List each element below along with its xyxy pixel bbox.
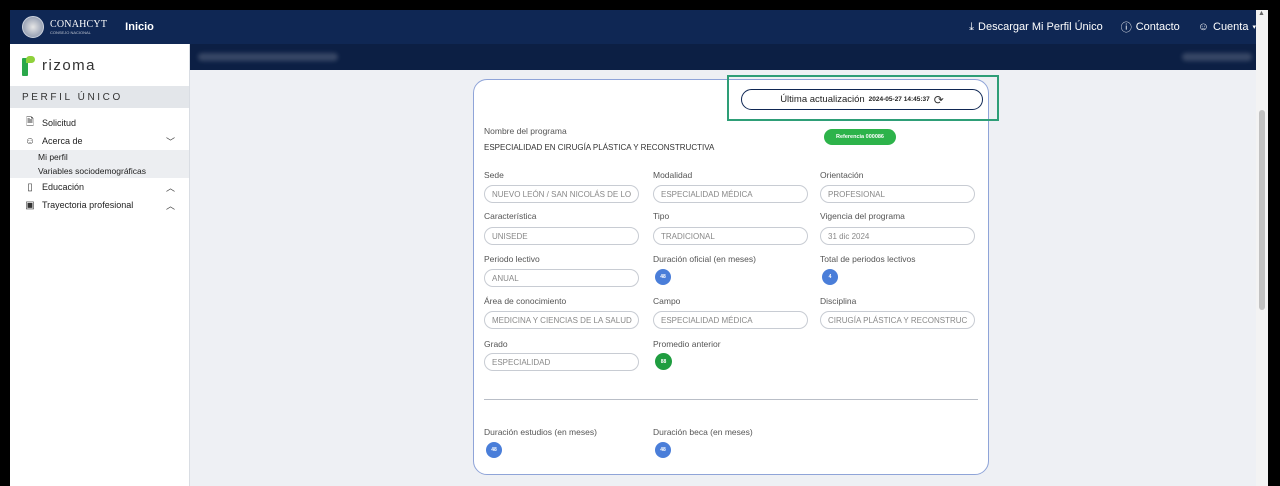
sidebar-item-mi-perfil[interactable]: Mi perfil <box>10 150 189 164</box>
refresh-icon: ⟳ <box>933 92 944 107</box>
duracion-beca-badge: 48 <box>655 442 671 458</box>
promedio-label: Promedio anterior <box>653 339 721 349</box>
caracteristica-label: Característica <box>484 211 537 221</box>
program-name-value: ESPECIALIDAD EN CIRUGÍA PLÁSTICA Y RECON… <box>484 143 715 152</box>
periodo-field: ANUAL <box>484 269 639 287</box>
grado-field: ESPECIALIDAD <box>484 353 639 371</box>
download-profile-link[interactable]: ⤓ Descargar Mi Perfil Único <box>969 21 1103 34</box>
grado-label: Grado <box>484 339 508 349</box>
tipo-field: TRADICIONAL <box>653 227 808 245</box>
periodo-label: Periodo lectivo <box>484 254 540 264</box>
download-label: Descargar Mi Perfil Único <box>978 21 1103 33</box>
sidebar-item-trayectoria[interactable]: ▣ Trayectoria profesional ︿ <box>10 196 189 214</box>
scroll-up-icon[interactable]: ▲ <box>1258 10 1265 17</box>
modalidad-field: ESPECIALIDAD MÉDICA <box>653 185 808 203</box>
update-timestamp: 2024-05-27 14:45:37 <box>868 96 930 103</box>
area-field: MEDICINA Y CIENCIAS DE LA SALUD <box>484 311 639 329</box>
sidebar-item-label: Educación <box>42 182 85 192</box>
blurred-user-name <box>198 53 338 61</box>
update-label: Última actualización <box>780 94 865 105</box>
user-icon: ☺ <box>24 135 36 147</box>
caracteristica-field: UNISEDE <box>484 227 639 245</box>
chevron-up-icon: ︿ <box>165 200 175 211</box>
sidebar-item-acerca-de[interactable]: ☺ Acerca de ﹀ <box>10 132 189 150</box>
seal-icon <box>22 16 44 38</box>
reference-badge: Referencia 000086 <box>824 129 896 145</box>
user-icon: ☺ <box>1197 21 1209 33</box>
program-name-label: Nombre del programa <box>484 126 567 136</box>
tipo-label: Tipo <box>653 211 670 221</box>
conahcyt-logo[interactable]: CONAHCYT CONSEJO NACIONAL <box>22 16 107 38</box>
modalidad-label: Modalidad <box>653 170 693 180</box>
chevron-up-icon: ︿ <box>165 182 175 193</box>
help-circle-icon: ⓘ <box>1120 22 1132 34</box>
sidebar-nav: 🗎 Solicitud ☺ Acerca de ﹀ Mi perfil Vari… <box>10 108 189 214</box>
section-header: PERFIL ÚNICO <box>10 86 189 108</box>
duracion-beca-label: Duración beca (en meses) <box>653 427 753 437</box>
sede-label: Sede <box>484 170 504 180</box>
account-menu[interactable]: ☺ Cuenta ▾ <box>1198 21 1256 33</box>
blurred-user-id <box>1182 53 1252 61</box>
org-sub: CONSEJO NACIONAL <box>50 29 91 35</box>
disciplina-label: Disciplina <box>820 296 857 306</box>
sede-field: NUEVO LEÓN / SAN NICOLÁS DE LO <box>484 185 639 203</box>
duracion-badge: 48 <box>655 269 671 285</box>
campo-label: Campo <box>653 296 681 306</box>
total-periodos-badge: 4 <box>822 269 838 285</box>
sidebar-item-label: Acerca de <box>42 136 83 146</box>
program-card: Última actualización 2024-05-27 14:45:37… <box>473 75 999 475</box>
document-icon: 🗎 <box>25 116 35 128</box>
top-navbar: CONAHCYT CONSEJO NACIONAL Inicio ⤓ Desca… <box>10 10 1268 44</box>
section-divider <box>484 399 978 400</box>
vigencia-field: 31 dic 2024 <box>820 227 975 245</box>
sidebar-item-educacion[interactable]: ▯ Educación ︿ <box>10 178 189 196</box>
sidebar-item-variables[interactable]: Variables sociodemográficas <box>10 164 189 178</box>
duracion-label: Duración oficial (en meses) <box>653 254 756 264</box>
vigencia-label: Vigencia del programa <box>820 211 905 221</box>
app-window: CONAHCYT CONSEJO NACIONAL Inicio ⤓ Desca… <box>10 10 1268 486</box>
duracion-estudios-label: Duración estudios (en meses) <box>484 427 597 437</box>
promedio-badge: 88 <box>655 353 672 370</box>
badge-icon: ▣ <box>25 199 35 211</box>
area-label: Área de conocimiento <box>484 296 567 306</box>
contact-label: Contacto <box>1135 21 1180 33</box>
book-icon: ▯ <box>27 181 33 193</box>
page-scrollbar[interactable]: ▲ <box>1256 10 1268 486</box>
disciplina-field: CIRUGÍA PLÁSTICA Y RECONSTRUC <box>820 311 975 329</box>
sidebar-item-label: Solicitud <box>42 118 77 128</box>
download-icon: ⤓ <box>969 20 975 33</box>
contact-link[interactable]: ⓘ Contacto <box>1121 19 1180 35</box>
sidebar: rizoma PERFIL ÚNICO 🗎 Solicitud ☺ Acerca… <box>10 44 190 486</box>
chevron-down-icon: ﹀ <box>165 136 175 147</box>
sidebar-item-label: Trayectoria profesional <box>42 200 134 210</box>
scroll-thumb[interactable] <box>1259 110 1265 310</box>
campo-field: ESPECIALIDAD MÉDICA <box>653 311 808 329</box>
account-label: Cuenta <box>1213 21 1249 33</box>
inicio-link[interactable]: Inicio <box>125 21 154 33</box>
orientacion-field: PROFESIONAL <box>820 185 975 203</box>
orientacion-label: Orientación <box>820 170 864 180</box>
rizoma-logo[interactable]: rizoma <box>10 44 189 86</box>
user-info-bar <box>190 44 1268 70</box>
rizoma-leaf-icon <box>20 54 36 76</box>
total-periodos-label: Total de periodos lectivos <box>820 254 916 264</box>
sidebar-item-solicitud[interactable]: 🗎 Solicitud <box>10 114 189 132</box>
last-update-button[interactable]: Última actualización 2024-05-27 14:45:37… <box>741 89 983 110</box>
duracion-estudios-badge: 48 <box>486 442 502 458</box>
org-name: CONAHCYT <box>50 18 108 30</box>
brand-name: rizoma <box>42 56 97 74</box>
